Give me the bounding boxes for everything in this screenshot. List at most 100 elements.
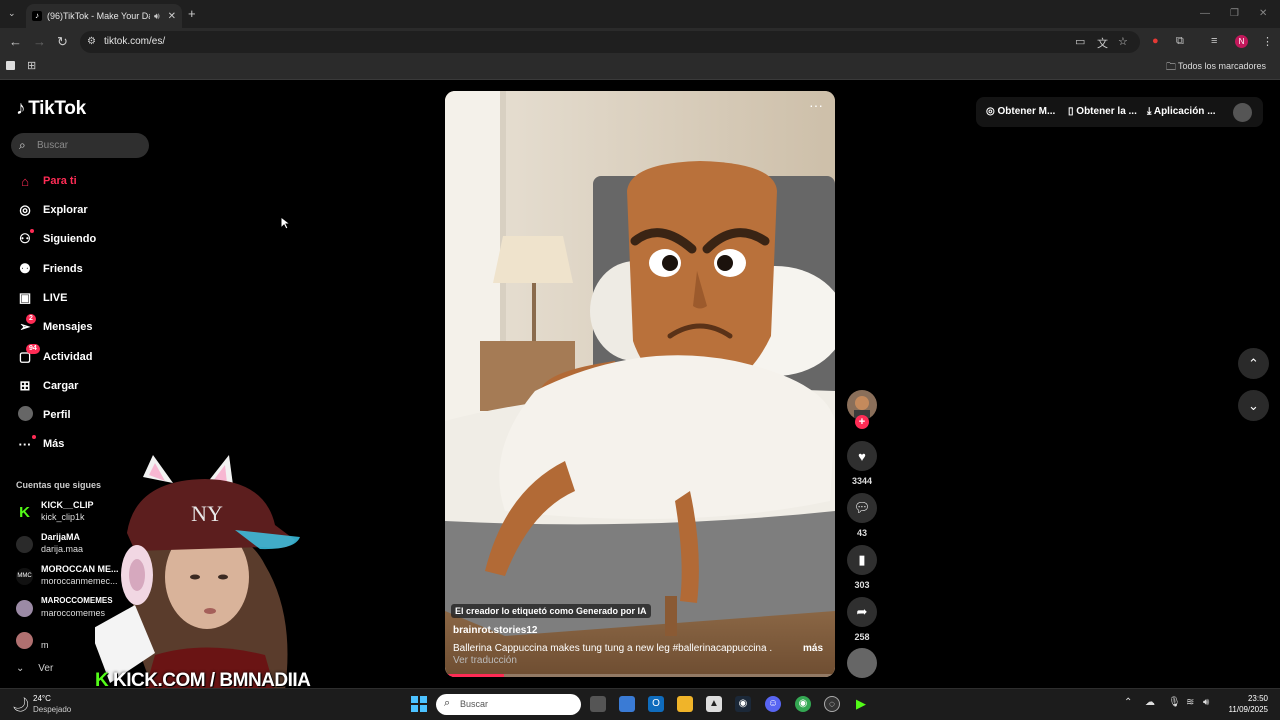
see-more-label: Ver	[38, 663, 54, 674]
like-button[interactable]: ♥	[847, 441, 877, 471]
previous-video-button[interactable]: ⌃	[1238, 348, 1269, 379]
nav-label: Friends	[43, 263, 83, 275]
file-explorer-icon[interactable]	[677, 696, 693, 712]
user-avatar[interactable]	[1233, 103, 1252, 122]
weather-temperature[interactable]: 24°C	[33, 694, 51, 703]
chrome-icon[interactable]: ◉	[795, 696, 811, 712]
weather-condition[interactable]: Despejado	[33, 705, 71, 714]
media-controls-icon[interactable]: ≡	[1211, 35, 1217, 47]
translate-icon[interactable]: 文	[1097, 35, 1108, 51]
task-view-icon[interactable]	[590, 696, 606, 712]
obs-icon[interactable]: ◌	[824, 696, 840, 712]
nav-mensajes[interactable]: ➢ 2 Mensajes	[16, 314, 93, 337]
see-more-button[interactable]: ⌄ Ver	[16, 663, 53, 674]
tab-search-icon[interactable]: ⌄	[8, 8, 16, 19]
comment-count: 43	[856, 528, 867, 538]
tiktok-logo[interactable]: ♪ TikTok	[16, 98, 86, 120]
tray-overflow-icon[interactable]: ⌃	[1124, 697, 1132, 708]
new-tab-button[interactable]: +	[188, 6, 196, 21]
video-progress-track[interactable]	[445, 674, 835, 677]
music-disc-button[interactable]	[847, 648, 877, 678]
extension-record-icon[interactable]: ●	[1152, 35, 1159, 47]
steam-icon[interactable]: ◉	[735, 696, 751, 712]
description-more-button[interactable]: más	[803, 643, 823, 654]
back-icon[interactable]: ←	[9, 34, 22, 49]
account-name: DarijaMA	[41, 532, 81, 542]
wifi-icon[interactable]: ≋	[1186, 697, 1194, 708]
browser-tab[interactable]: ♪ (96)TikTok - Make Your Day 🔊︎ ✕	[26, 4, 182, 28]
nav-siguiendo[interactable]: ⚇ Siguiendo	[16, 229, 96, 249]
nav-label: Actividad	[43, 351, 93, 363]
start-button[interactable]	[411, 696, 427, 712]
all-bookmarks-link[interactable]: Todos los marcadores	[1178, 61, 1266, 71]
bookmark-star-icon[interactable]: ☆	[1118, 35, 1128, 48]
search-input[interactable]: ⌕ Buscar	[11, 133, 149, 158]
cast-icon[interactable]: ▭	[1075, 35, 1085, 48]
nav-friends[interactable]: ⚉ Friends	[16, 259, 83, 279]
clock-time[interactable]: 23:50	[1226, 694, 1268, 703]
mmc-avatar: MMC	[16, 568, 33, 585]
follow-button[interactable]: +	[855, 415, 869, 429]
clock-date[interactable]: 11/09/2025	[1220, 705, 1268, 714]
nav-label: Más	[43, 438, 65, 450]
address-bar[interactable]	[80, 31, 1140, 53]
kick-streaming-icon[interactable]: ▶	[853, 696, 869, 712]
logo-text: TikTok	[28, 98, 86, 119]
friends-icon: ⚉	[19, 261, 31, 276]
see-translation-link[interactable]: Ver traducción	[453, 655, 517, 666]
speaker-icon[interactable]: 🔊︎	[154, 11, 160, 22]
nav-mas[interactable]: ··· Más	[16, 434, 64, 454]
video-options-icon[interactable]: ···	[809, 97, 823, 113]
store-icon[interactable]	[619, 696, 635, 712]
profile-avatar[interactable]: N	[1235, 35, 1248, 48]
close-tab-icon[interactable]: ✕	[168, 11, 176, 22]
nav-actividad[interactable]: ▢ 94 Actividad	[16, 344, 93, 367]
share-button[interactable]: ➦	[847, 597, 877, 627]
nav-para-ti[interactable]: ⌂ Para ti	[16, 171, 77, 191]
photos-icon[interactable]: ▲	[706, 696, 722, 712]
nav-live[interactable]: ▣ LIVE	[16, 288, 68, 308]
taskbar-search[interactable]: ⌕ Buscar	[436, 694, 581, 715]
microphone-icon[interactable]: 🎙︎	[1168, 697, 1181, 708]
share-icon: ➦	[856, 604, 868, 619]
get-coins-button[interactable]: ◎ Obtener M...	[986, 106, 1055, 117]
get-app-label: Obtener la ...	[1076, 106, 1137, 117]
tiktok-note-icon: ♪	[16, 98, 26, 119]
cloud-icon[interactable]: ☁	[1145, 697, 1155, 708]
bookmark-app-icon[interactable]	[6, 61, 15, 70]
maximize-icon[interactable]: ❐	[1230, 8, 1239, 19]
nav-cargar[interactable]: ⊞ Cargar	[16, 376, 79, 396]
apps-grid-icon[interactable]: ⊞	[27, 59, 36, 72]
menu-icon[interactable]: ⋮	[1262, 35, 1273, 48]
volume-icon[interactable]: 🔊︎	[1203, 697, 1209, 708]
comment-icon: 💬︎	[853, 500, 871, 515]
chevron-down-icon: ⌄	[1248, 397, 1259, 413]
get-app-button[interactable]: ▯ Obtener la ...	[1068, 106, 1137, 117]
save-button[interactable]: ▮	[847, 545, 877, 575]
video-author[interactable]: brainrot.stories12	[453, 625, 537, 636]
close-window-icon[interactable]: ✕	[1259, 8, 1267, 19]
nav-perfil[interactable]: Perfil	[16, 405, 71, 425]
following-icon: ⚇	[16, 229, 34, 247]
minimize-icon[interactable]: —	[1200, 8, 1210, 19]
outlook-icon[interactable]: O	[648, 696, 664, 712]
desktop-app-button[interactable]: ⤓ Aplicación ...	[1147, 106, 1216, 117]
activity-icon: ▢ 94	[16, 344, 40, 365]
messages-badge: 2	[26, 314, 36, 324]
moon-weather-icon[interactable]: 🌙︎	[12, 696, 30, 713]
reload-icon[interactable]: ↻	[57, 34, 68, 50]
url-text[interactable]: tiktok.com/es/	[104, 36, 165, 47]
forward-icon[interactable]: →	[33, 34, 46, 49]
site-info-icon[interactable]: ⚙	[87, 36, 96, 47]
next-video-button[interactable]: ⌄	[1238, 390, 1269, 421]
discord-icon[interactable]: ☺	[765, 696, 781, 712]
more-icon: ···	[16, 434, 36, 452]
video-player[interactable]: ··· El creador lo etiquetó como Generado…	[445, 91, 835, 677]
nav-explorar[interactable]: ◎ Explorar	[16, 200, 87, 220]
comment-button[interactable]: 💬︎	[847, 493, 877, 523]
compass-icon: ◎	[19, 202, 31, 217]
coin-icon: ◎	[986, 106, 995, 117]
extensions-icon[interactable]: ⧉	[1176, 35, 1184, 48]
get-coins-label: Obtener M...	[997, 106, 1056, 117]
activity-badge: 94	[26, 344, 40, 354]
